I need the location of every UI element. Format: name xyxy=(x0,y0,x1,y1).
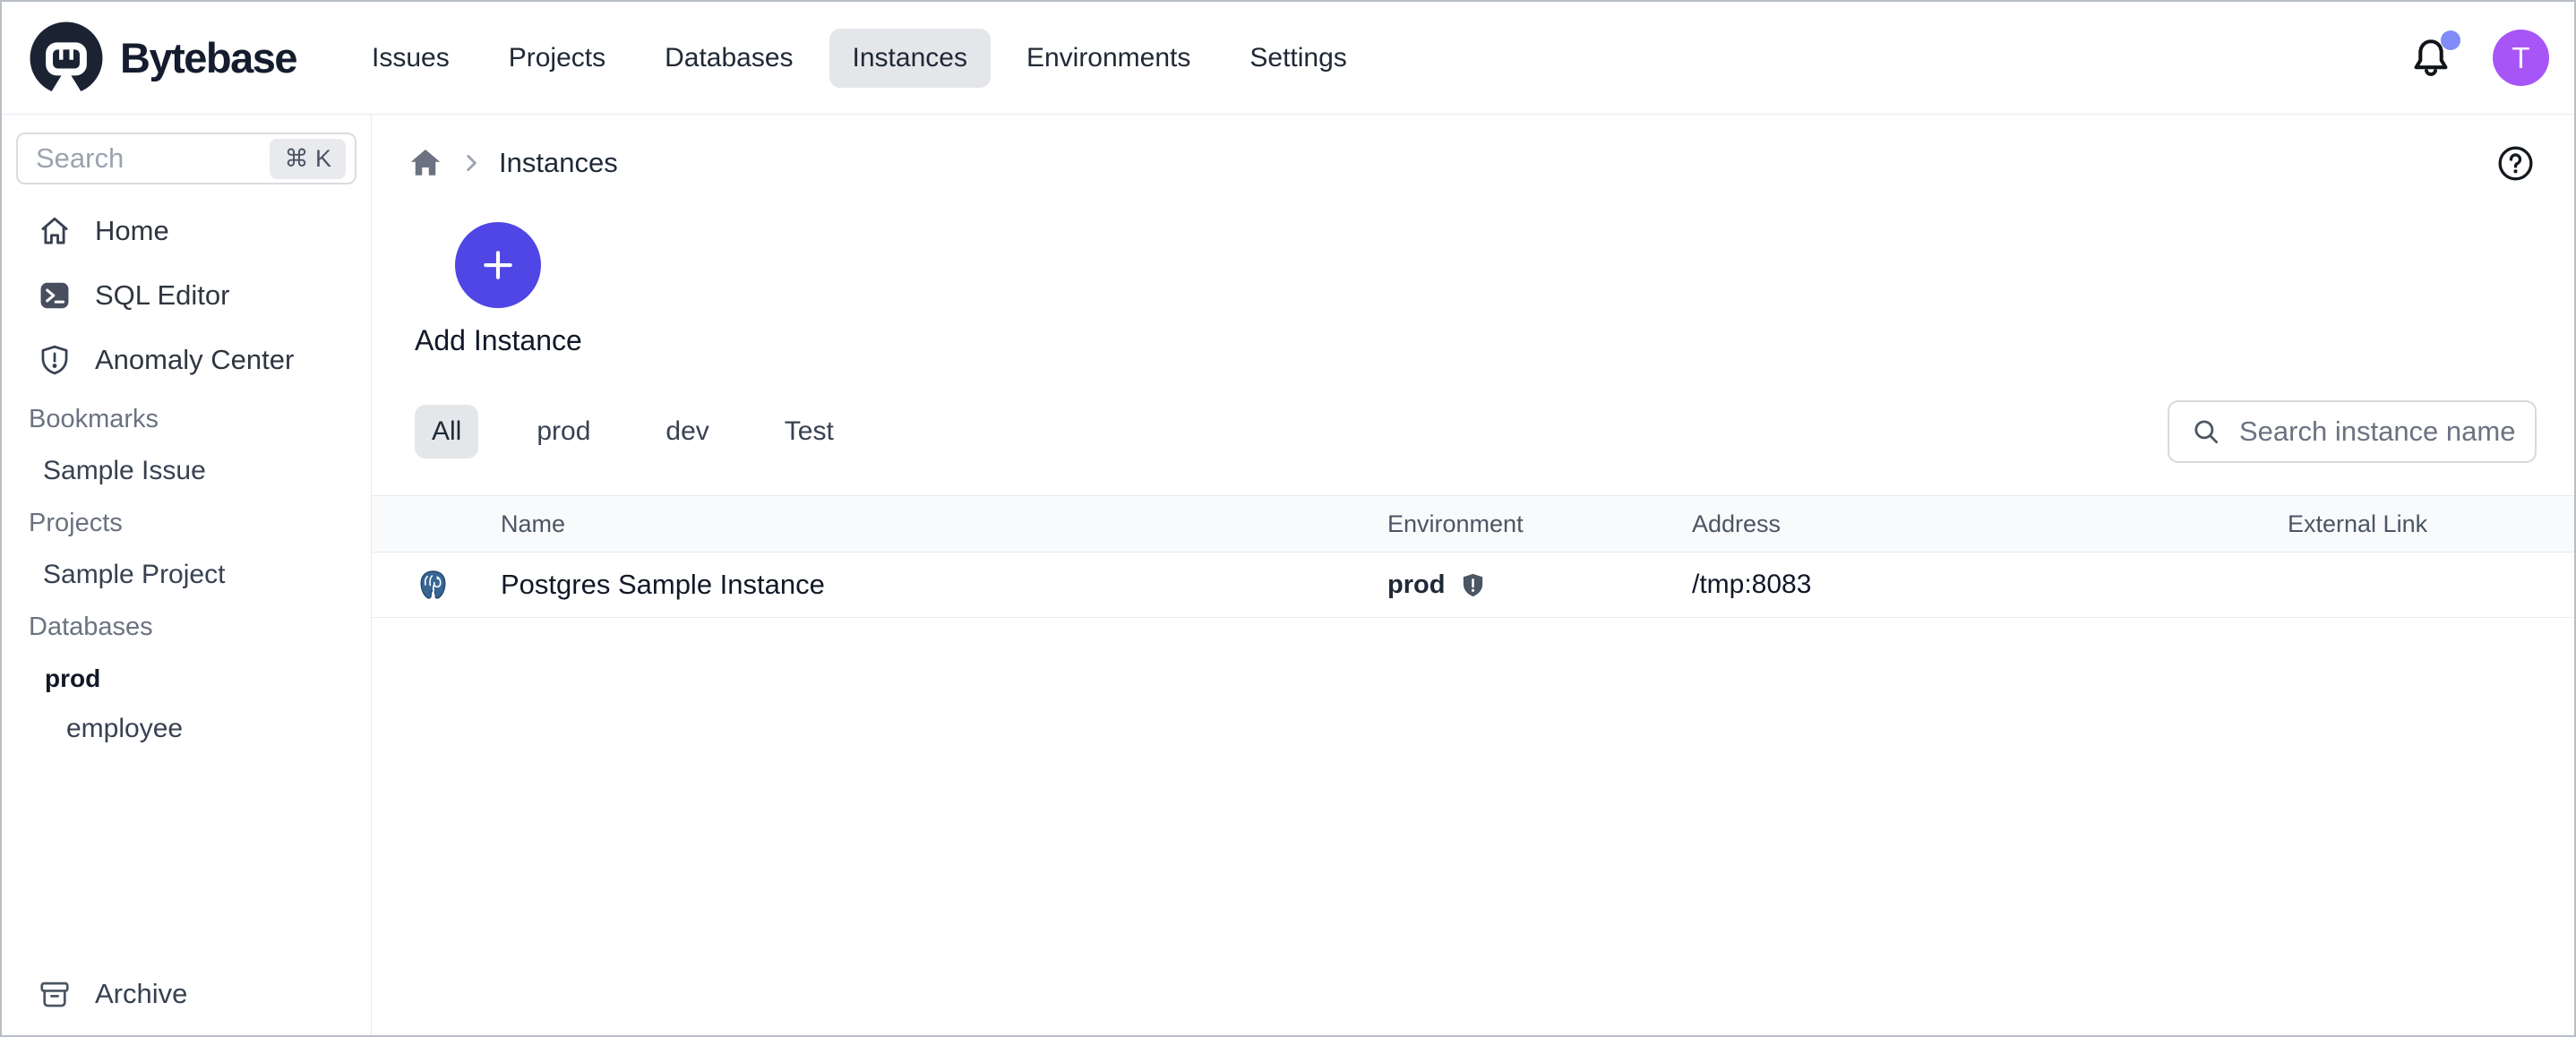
engine-icon-cell xyxy=(372,569,501,602)
sidebar-section-projects: Projects xyxy=(2,496,371,550)
sidebar-section-databases: Databases xyxy=(2,600,371,654)
sidebar-item-label: Archive xyxy=(95,978,187,1010)
sidebar-project-sample-project[interactable]: Sample Project xyxy=(2,550,371,600)
home-icon xyxy=(38,214,72,248)
home-filled-icon xyxy=(408,145,443,181)
sidebar-database-employee[interactable]: employee xyxy=(2,704,371,754)
shield-alert-icon xyxy=(38,343,72,377)
instances-table: Name Environment Address External Link xyxy=(372,495,2574,618)
sidebar-item-label: SQL Editor xyxy=(95,279,229,312)
add-instance-button[interactable]: Add Instance xyxy=(415,222,582,357)
nav-item-issues[interactable]: Issues xyxy=(348,29,473,88)
tab-prod[interactable]: prod xyxy=(519,405,607,459)
search-icon xyxy=(2191,416,2221,447)
sidebar-bookmark-sample-issue[interactable]: Sample Issue xyxy=(2,446,371,496)
instance-address: /tmp:8083 xyxy=(1692,570,2288,600)
postgresql-icon xyxy=(416,569,450,602)
app-window: Bytebase Issues Projects Databases Insta… xyxy=(0,0,2576,1037)
help-button[interactable] xyxy=(2496,144,2535,183)
filter-row: All prod dev Test Search instance name xyxy=(372,400,2574,463)
left-sidebar: Search ⌘ K Home SQL E xyxy=(2,115,372,1035)
plus-icon xyxy=(478,245,518,285)
top-navbar: Bytebase Issues Projects Databases Insta… xyxy=(2,2,2574,115)
nav-item-settings[interactable]: Settings xyxy=(1226,29,1370,88)
sidebar-item-label: Home xyxy=(95,215,169,247)
help-circle-icon xyxy=(2496,144,2535,183)
bytebase-mascot-icon xyxy=(27,19,106,98)
instance-search-placeholder: Search instance name xyxy=(2239,416,2515,448)
nav-item-environments[interactable]: Environments xyxy=(1003,29,1214,88)
sidebar-nav: Home SQL Editor Anomal xyxy=(2,199,371,754)
sidebar-item-archive[interactable]: Archive xyxy=(2,960,371,1028)
main-content: Instances Add Instance xyxy=(372,115,2574,1035)
bytebase-logo[interactable]: Bytebase xyxy=(27,19,296,98)
archive-icon xyxy=(38,977,72,1011)
sidebar-item-anomaly-center[interactable]: Anomaly Center xyxy=(2,328,371,392)
instance-name[interactable]: Postgres Sample Instance xyxy=(501,569,1387,601)
search-shortcut-badge: ⌘ K xyxy=(270,139,346,179)
nav-item-instances[interactable]: Instances xyxy=(829,29,991,88)
navbar-right: T xyxy=(2409,30,2549,86)
sidebar-search-placeholder: Search xyxy=(36,142,270,175)
sidebar-database-env-prod[interactable]: prod xyxy=(2,654,371,704)
table-row[interactable]: Postgres Sample Instance prod /tmp:8083 xyxy=(372,553,2574,618)
nav-item-databases[interactable]: Databases xyxy=(641,29,816,88)
environment-filter-tabs: All prod dev Test xyxy=(415,405,851,459)
add-instance-circle[interactable] xyxy=(455,222,541,308)
tab-test[interactable]: Test xyxy=(768,405,851,459)
header-cell-name: Name xyxy=(501,510,1387,538)
avatar-letter: T xyxy=(2512,41,2529,75)
breadcrumb-current: Instances xyxy=(499,147,618,179)
instance-environment: prod xyxy=(1387,570,1445,600)
add-instance-label: Add Instance xyxy=(415,324,582,357)
main-nav: Issues Projects Databases Instances Envi… xyxy=(348,29,1370,88)
nav-item-projects[interactable]: Projects xyxy=(485,29,629,88)
sidebar-section-bookmarks: Bookmarks xyxy=(2,392,371,446)
notification-bell-button[interactable] xyxy=(2409,36,2453,81)
breadcrumb-home-button[interactable] xyxy=(408,145,443,181)
chevron-right-icon xyxy=(443,151,499,175)
sidebar-item-home[interactable]: Home xyxy=(2,199,371,263)
user-avatar[interactable]: T xyxy=(2493,30,2549,86)
sidebar-search-input[interactable]: Search ⌘ K xyxy=(16,133,356,184)
shield-protected-icon xyxy=(1459,571,1487,599)
tab-dev[interactable]: dev xyxy=(648,405,726,459)
header-cell-external-link: External Link xyxy=(2288,510,2574,538)
header-cell-environment: Environment xyxy=(1387,510,1692,538)
terminal-icon xyxy=(38,279,72,313)
header-cell-address: Address xyxy=(1692,510,2288,538)
sidebar-item-label: Anomaly Center xyxy=(95,344,294,376)
table-header: Name Environment Address External Link xyxy=(372,495,2574,553)
notification-dot xyxy=(2441,30,2460,50)
brand-name: Bytebase xyxy=(120,33,296,82)
instance-environment-cell: prod xyxy=(1387,570,1692,600)
instance-search-input[interactable]: Search instance name xyxy=(2168,400,2537,463)
breadcrumb: Instances xyxy=(372,115,2574,183)
sidebar-item-sql-editor[interactable]: SQL Editor xyxy=(2,263,371,328)
tab-all[interactable]: All xyxy=(415,405,478,459)
